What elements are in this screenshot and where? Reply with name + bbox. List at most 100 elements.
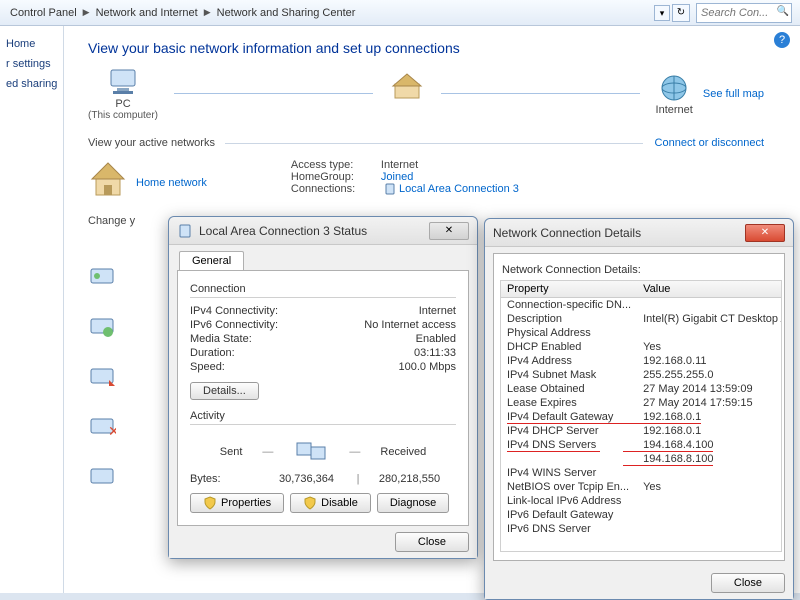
connector-line <box>174 93 373 94</box>
status-row-value: 100.0 Mbps <box>399 361 456 373</box>
active-networks-label: View your active networks <box>88 137 215 149</box>
task-icon[interactable] <box>88 262 116 290</box>
map-pc-sublabel: (This computer) <box>88 110 158 121</box>
task-icon[interactable] <box>88 362 116 390</box>
value-cell: Intel(R) Gigabit CT Desktop Adapter <box>637 312 782 326</box>
table-row[interactable]: IPv4 DNS Servers194.168.4.100 <box>501 438 782 452</box>
value-cell: 27 May 2014 17:59:15 <box>637 396 782 410</box>
table-row[interactable]: IPv4 Subnet Mask255.255.255.0 <box>501 368 782 382</box>
table-row[interactable]: NetBIOS over Tcpip En...Yes <box>501 480 782 494</box>
connect-disconnect-link[interactable]: Connect or disconnect <box>643 137 776 149</box>
table-row[interactable]: IPv6 Default Gateway <box>501 508 782 522</box>
properties-button[interactable]: Properties <box>190 493 284 513</box>
table-row[interactable]: Physical Address <box>501 326 782 340</box>
dropdown-button[interactable]: ▾ <box>654 5 670 21</box>
status-row-value: Enabled <box>416 333 456 345</box>
diagnose-button[interactable]: Diagnose <box>377 493 449 513</box>
connections-label: Connections: <box>291 183 381 195</box>
close-button[interactable]: ✕ <box>429 222 469 240</box>
status-row-label: IPv4 Connectivity: <box>190 305 419 317</box>
table-row[interactable]: IPv6 DNS Server <box>501 522 782 536</box>
help-icon[interactable]: ? <box>774 32 790 48</box>
property-cell: IPv4 DNS Servers <box>501 438 637 452</box>
table-row[interactable]: IPv4 WINS Server <box>501 466 782 480</box>
map-internet: Internet <box>656 72 693 116</box>
close-dialog-button[interactable]: Close <box>711 573 785 593</box>
property-cell: NetBIOS over Tcpip En... <box>501 480 637 494</box>
value-cell: 192.168.0.11 <box>637 354 782 368</box>
table-row[interactable]: Link-local IPv6 Address <box>501 494 782 508</box>
tab-general[interactable]: General <box>179 251 244 270</box>
close-dialog-button[interactable]: Close <box>395 532 469 552</box>
details-table: Property Value Connection-specific DN...… <box>500 280 782 552</box>
breadcrumb-item[interactable]: Control Panel <box>6 7 81 19</box>
chevron-right-icon: ▶ <box>81 7 92 18</box>
chevron-right-icon: ▶ <box>202 7 213 18</box>
dialog-title: Network Connection Details <box>493 226 745 240</box>
status-row-label: IPv6 Connectivity: <box>190 319 364 331</box>
col-value[interactable]: Value <box>637 281 782 298</box>
value-cell: 194.168.8.100 <box>637 452 782 466</box>
home-network-link[interactable]: Home network <box>136 177 207 189</box>
breadcrumb-item[interactable]: Network and Sharing Center <box>213 7 360 19</box>
value-cell <box>637 298 782 313</box>
value-cell: 27 May 2014 13:59:09 <box>637 382 782 396</box>
details-dialog: Network Connection Details ✕ Network Con… <box>484 218 794 600</box>
property-cell: IPv6 Default Gateway <box>501 508 637 522</box>
status-row-value: 03:11:33 <box>414 347 456 359</box>
svg-text:✕: ✕ <box>108 423 116 439</box>
sidebar-item[interactable]: Home <box>4 34 59 54</box>
property-cell: Lease Expires <box>501 396 637 410</box>
bytes-label: Bytes: <box>190 473 260 485</box>
table-row[interactable]: DHCP EnabledYes <box>501 340 782 354</box>
network-icon <box>389 72 425 104</box>
col-property[interactable]: Property <box>501 281 637 298</box>
shield-icon <box>203 496 217 510</box>
table-row[interactable]: Lease Expires27 May 2014 17:59:15 <box>501 396 782 410</box>
task-icon[interactable]: ✕ <box>88 412 116 440</box>
sidebar-item[interactable]: r settings <box>4 54 59 74</box>
close-button[interactable]: ✕ <box>745 224 785 242</box>
table-row[interactable]: 194.168.8.100 <box>501 452 782 466</box>
access-type-label: Access type: <box>291 159 381 171</box>
breadcrumb-item[interactable]: Network and Internet <box>92 7 202 19</box>
status-row-label: Speed: <box>190 361 399 373</box>
property-cell: Description <box>501 312 637 326</box>
property-cell: IPv4 Address <box>501 354 637 368</box>
task-icon[interactable] <box>88 462 116 490</box>
value-cell: Yes <box>637 480 782 494</box>
table-row[interactable]: IPv4 DHCP Server192.168.0.1 <box>501 424 782 438</box>
activity-icon <box>293 437 329 467</box>
table-row[interactable]: DescriptionIntel(R) Gigabit CT Desktop A… <box>501 312 782 326</box>
table-row[interactable]: IPv4 Default Gateway192.168.0.1 <box>501 410 782 424</box>
table-row[interactable]: IPv4 Address192.168.0.11 <box>501 354 782 368</box>
sidebar: Home r settings ed sharing <box>0 26 64 593</box>
sidebar-item[interactable]: ed sharing <box>4 74 59 94</box>
see-full-map-link[interactable]: See full map <box>703 88 776 100</box>
received-label: Received <box>380 446 426 458</box>
details-button[interactable]: Details... <box>190 382 259 400</box>
disable-button[interactable]: Disable <box>290 493 371 513</box>
property-cell: Lease Obtained <box>501 382 637 396</box>
home-network-icon <box>88 159 128 199</box>
activity-group-title: Activity <box>190 410 456 422</box>
property-cell: IPv6 DNS Server <box>501 522 637 536</box>
value-cell <box>637 494 782 508</box>
property-cell: DHCP Enabled <box>501 340 637 354</box>
table-row[interactable]: Connection-specific DN... <box>501 298 782 313</box>
status-row-label: Duration: <box>190 347 414 359</box>
connection-link[interactable]: Local Area Connection 3 <box>399 183 519 195</box>
value-cell <box>637 522 782 536</box>
search-icon: 🔍 <box>777 6 789 17</box>
status-row-value: Internet <box>419 305 456 317</box>
task-icon[interactable] <box>88 312 116 340</box>
refresh-button[interactable]: ↻ <box>672 4 690 22</box>
dialog-title: Local Area Connection 3 Status <box>199 224 429 238</box>
table-row[interactable]: Lease Obtained27 May 2014 13:59:09 <box>501 382 782 396</box>
connector-line <box>441 93 640 94</box>
status-row-label: Media State: <box>190 333 416 345</box>
homegroup-link[interactable]: Joined <box>381 171 413 183</box>
property-cell: IPv4 WINS Server <box>501 466 637 480</box>
value-cell <box>637 508 782 522</box>
value-cell: 194.168.4.100 <box>637 438 782 452</box>
